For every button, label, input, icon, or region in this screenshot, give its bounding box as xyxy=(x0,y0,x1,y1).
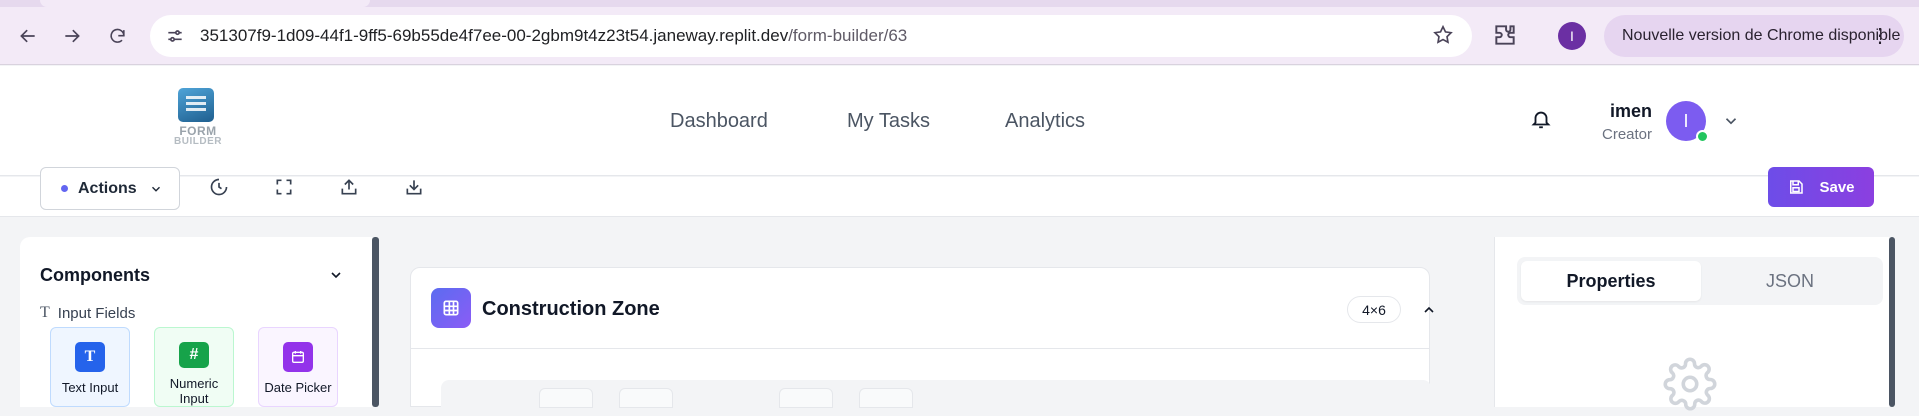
user-menu-chevron-down-icon[interactable] xyxy=(1722,112,1740,130)
url-text[interactable]: 351307f9-1d09-44f1-9ff5-69b55de4f7ee-00-… xyxy=(200,26,907,46)
fullscreen-icon[interactable] xyxy=(274,177,296,199)
grid-cell[interactable] xyxy=(779,388,833,408)
hash-icon: # xyxy=(179,342,209,368)
upload-icon[interactable] xyxy=(339,177,361,199)
chrome-update-button[interactable]: Nouvelle version de Chrome disponible ⋮ xyxy=(1604,15,1904,57)
component-label: Date Picker xyxy=(264,380,332,395)
notification-bell-icon[interactable] xyxy=(1530,108,1554,132)
form-builder-logo[interactable]: FORM BUILDER xyxy=(172,88,224,152)
component-label: Text Input xyxy=(61,380,119,395)
reload-button[interactable] xyxy=(101,20,133,52)
text-type-icon: T xyxy=(40,304,50,321)
chrome-update-label: Nouvelle version de Chrome disponible xyxy=(1622,27,1901,44)
user-avatar-initial: I xyxy=(1683,110,1689,131)
extensions-puzzle-icon[interactable] xyxy=(1492,22,1520,50)
save-label: Save xyxy=(1819,178,1855,196)
grid-cell[interactable] xyxy=(539,388,593,408)
history-icon[interactable] xyxy=(209,177,231,199)
logo-mark xyxy=(178,88,214,122)
arrow-left-icon xyxy=(20,29,35,43)
components-sidebar: Components T Input Fields T Text Input #… xyxy=(20,237,372,407)
url-host: 351307f9-1d09-44f1-9ff5-69b55de4f7ee-00-… xyxy=(200,26,789,45)
online-status-dot xyxy=(1696,130,1709,143)
grid-cell[interactable] xyxy=(619,388,673,408)
user-avatar[interactable]: I xyxy=(1666,101,1709,143)
site-settings-icon[interactable] xyxy=(164,25,186,47)
components-collapse-chevron-icon[interactable] xyxy=(328,267,344,283)
reload-icon xyxy=(109,28,125,43)
address-bar[interactable]: 351307f9-1d09-44f1-9ff5-69b55de4f7ee-00-… xyxy=(150,15,1472,57)
text-input-icon: T xyxy=(75,342,105,372)
chevron-down-icon xyxy=(151,186,160,192)
component-date-picker[interactable]: Date Picker xyxy=(258,327,338,407)
properties-panel: Properties JSON xyxy=(1494,237,1889,411)
construction-zone-title: Construction Zone xyxy=(482,298,660,320)
panel-tabs: Properties JSON xyxy=(1517,257,1883,305)
user-name: imen xyxy=(1610,101,1653,121)
save-floppy-icon xyxy=(1790,180,1804,194)
builder-toolbar: Actions Save xyxy=(0,167,1919,217)
grid-size-badge: 4×6 xyxy=(1347,296,1401,323)
active-tab[interactable] xyxy=(40,0,370,7)
logo-text-line2: BUILDER xyxy=(174,136,222,147)
save-button[interactable]: Save xyxy=(1768,167,1874,207)
url-path: /form-builder/63 xyxy=(788,26,908,45)
grid-cell[interactable] xyxy=(859,388,913,408)
input-fields-section[interactable]: T Input Fields xyxy=(40,304,135,322)
bookmark-star-icon[interactable] xyxy=(1432,24,1454,52)
component-label: Numeric Input xyxy=(169,376,219,406)
grid-icon xyxy=(431,288,471,328)
back-button[interactable] xyxy=(12,20,44,52)
component-text-input[interactable]: T Text Input xyxy=(50,327,130,407)
more-vert-icon[interactable]: ⋮ xyxy=(1870,23,1890,48)
arrow-right-icon xyxy=(65,29,80,43)
nav-dashboard[interactable]: Dashboard xyxy=(670,110,768,133)
sidebar-scrollbar[interactable] xyxy=(372,237,379,407)
nav-analytics[interactable]: Analytics xyxy=(1005,110,1085,133)
chrome-profile-avatar[interactable]: I xyxy=(1558,22,1586,50)
component-numeric-input[interactable]: # Numeric Input xyxy=(154,327,234,407)
tab-properties[interactable]: Properties xyxy=(1521,261,1701,301)
user-role: Creator xyxy=(1602,126,1653,143)
actions-indicator-dot xyxy=(61,185,68,192)
browser-chrome: 351307f9-1d09-44f1-9ff5-69b55de4f7ee-00-… xyxy=(0,0,1919,65)
collapse-chevron-up-icon[interactable] xyxy=(1421,302,1437,318)
grid-canvas[interactable] xyxy=(441,380,1431,410)
input-fields-label: Input Fields xyxy=(57,304,136,322)
actions-label: Actions xyxy=(78,179,137,197)
components-title: Components xyxy=(40,265,150,285)
zone-divider xyxy=(411,348,1429,349)
construction-zone: Construction Zone 4×6 xyxy=(410,267,1434,410)
panel-scrollbar[interactable] xyxy=(1889,237,1895,407)
app-header: FORM BUILDER Dashboard My Tasks Analytic… xyxy=(0,66,1919,176)
actions-dropdown-button[interactable]: Actions xyxy=(40,167,180,210)
gear-icon xyxy=(1663,357,1717,411)
download-icon[interactable] xyxy=(404,177,426,199)
calendar-icon xyxy=(283,342,313,372)
nav-my-tasks[interactable]: My Tasks xyxy=(847,110,930,133)
tab-strip xyxy=(0,0,1919,7)
tab-json[interactable]: JSON xyxy=(1701,261,1879,301)
forward-button[interactable] xyxy=(56,20,88,52)
